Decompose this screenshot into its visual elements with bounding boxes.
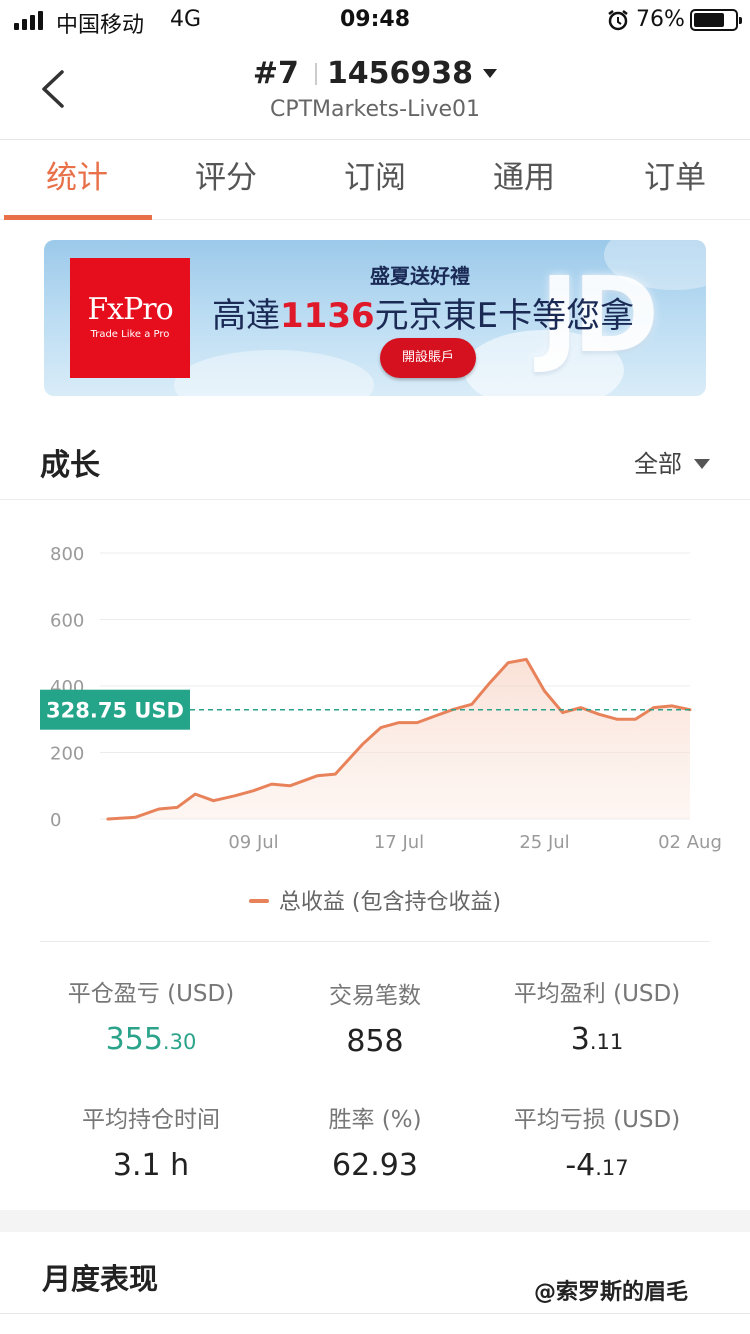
tab-label: 统计 bbox=[46, 160, 108, 196]
stat-value: -4.17 bbox=[565, 1148, 629, 1183]
section-title: 成长 bbox=[40, 448, 100, 483]
status-bar: 中国移动 4G 09:48 76% bbox=[0, 0, 750, 40]
battery-percent: 76% bbox=[636, 7, 685, 32]
stat-avg-profit: 平均盈利 (USD) 3.11 bbox=[472, 974, 722, 1057]
stat-label: 胜率 (%) bbox=[328, 1107, 422, 1133]
tab-label: 订阅 bbox=[344, 160, 406, 196]
alarm-icon bbox=[606, 8, 630, 38]
divider bbox=[40, 941, 710, 942]
x-tick-label: 02 Aug bbox=[658, 832, 722, 853]
logo-brand: FxPro bbox=[87, 292, 173, 327]
battery-icon bbox=[690, 9, 742, 31]
tab-label: 订单 bbox=[644, 160, 706, 196]
tab-orders[interactable]: 订单 bbox=[600, 140, 750, 220]
tab-subscribe[interactable]: 订阅 bbox=[300, 140, 450, 220]
range-value: 全部 bbox=[634, 450, 682, 478]
stat-value: 3.11 bbox=[570, 1022, 624, 1057]
stat-label: 平仓盈亏 (USD) bbox=[67, 981, 235, 1007]
account-selector[interactable]: #7 1456938 bbox=[0, 56, 750, 91]
y-tick-label: 600 bbox=[50, 611, 84, 632]
stat-win-rate: 胜率 (%) 62.93 bbox=[250, 1100, 500, 1183]
headline-suffix: 元京東E卡等您拿 bbox=[374, 296, 635, 336]
headline-prefix: 高達 bbox=[212, 296, 280, 336]
stat-value: 62.93 bbox=[332, 1148, 418, 1183]
divider bbox=[0, 1313, 750, 1314]
fxpro-logo: FxPro Trade Like a Pro bbox=[70, 258, 190, 378]
caret-down-icon bbox=[483, 69, 498, 78]
y-tick-label: 0 bbox=[50, 810, 61, 831]
stat-label: 交易笔数 bbox=[329, 983, 421, 1009]
stat-label: 平均亏损 (USD) bbox=[513, 1107, 681, 1133]
stat-closed-pnl: 平仓盈亏 (USD) 355.30 bbox=[26, 974, 276, 1057]
promo-banner[interactable]: FxPro Trade Like a Pro JD 盛夏送好禮 高達1136元京… bbox=[44, 240, 706, 396]
stat-label: 平均盈利 (USD) bbox=[513, 981, 681, 1007]
x-tick-label: 09 Jul bbox=[228, 832, 278, 853]
stat-trade-count: 交易笔数 858 bbox=[250, 976, 500, 1059]
legend-swatch bbox=[248, 899, 269, 903]
active-tab-indicator bbox=[4, 215, 152, 220]
y-tick-label: 800 bbox=[50, 544, 84, 565]
tab-label: 评分 bbox=[195, 160, 257, 196]
y-tick-label: 200 bbox=[50, 744, 84, 765]
stat-value: 858 bbox=[346, 1024, 404, 1059]
account-rank: #7 bbox=[252, 56, 299, 91]
chart-legend: 总收益 (包含持仓收益) bbox=[0, 884, 750, 916]
x-tick-label: 25 Jul bbox=[519, 832, 569, 853]
growth-section-header: 成长 全部 bbox=[0, 420, 750, 500]
monthly-performance-title: 月度表现 bbox=[42, 1262, 159, 1296]
tab-rating[interactable]: 评分 bbox=[151, 140, 301, 220]
account-header: #7 1456938 CPTMarkets-Live01 bbox=[0, 40, 750, 140]
tab-statistics[interactable]: 统计 bbox=[2, 140, 152, 220]
stat-value: 355.30 bbox=[105, 1022, 197, 1057]
tab-bar: 统计 评分 订阅 通用 订单 bbox=[0, 140, 750, 220]
stat-label: 平均持仓时间 bbox=[82, 1107, 220, 1133]
logo-tagline: Trade Like a Pro bbox=[90, 329, 170, 340]
open-account-button[interactable]: 開設賬戶 bbox=[380, 338, 476, 378]
legend-label: 总收益 (包含持仓收益) bbox=[278, 890, 502, 915]
range-dropdown[interactable]: 全部 bbox=[634, 444, 710, 479]
stat-avg-loss: 平均亏损 (USD) -4.17 bbox=[472, 1100, 722, 1183]
caret-down-icon bbox=[694, 459, 710, 469]
banner-title: 盛夏送好禮 bbox=[370, 264, 470, 288]
stat-value: 3.1 h bbox=[112, 1148, 190, 1183]
watermark: @索罗斯的眉毛 bbox=[534, 1280, 689, 1305]
stat-avg-hold-time: 平均持仓时间 3.1 h bbox=[26, 1100, 276, 1183]
section-gap bbox=[0, 1210, 750, 1232]
headline-amount: 1136 bbox=[280, 296, 375, 336]
server-name: CPTMarkets-Live01 bbox=[269, 97, 480, 122]
current-value-label: 328.75 USD bbox=[46, 699, 184, 723]
tab-label: 通用 bbox=[493, 160, 555, 196]
banner-headline: 高達1136元京東E卡等您拿 bbox=[212, 288, 634, 337]
x-tick-label: 17 Jul bbox=[374, 832, 424, 853]
tab-general[interactable]: 通用 bbox=[449, 140, 599, 220]
growth-chart: 020040060080009 Jul 17 Jul 25 Jul 02 Aug328… bbox=[40, 544, 722, 853]
account-number: 1456938 bbox=[326, 56, 474, 91]
